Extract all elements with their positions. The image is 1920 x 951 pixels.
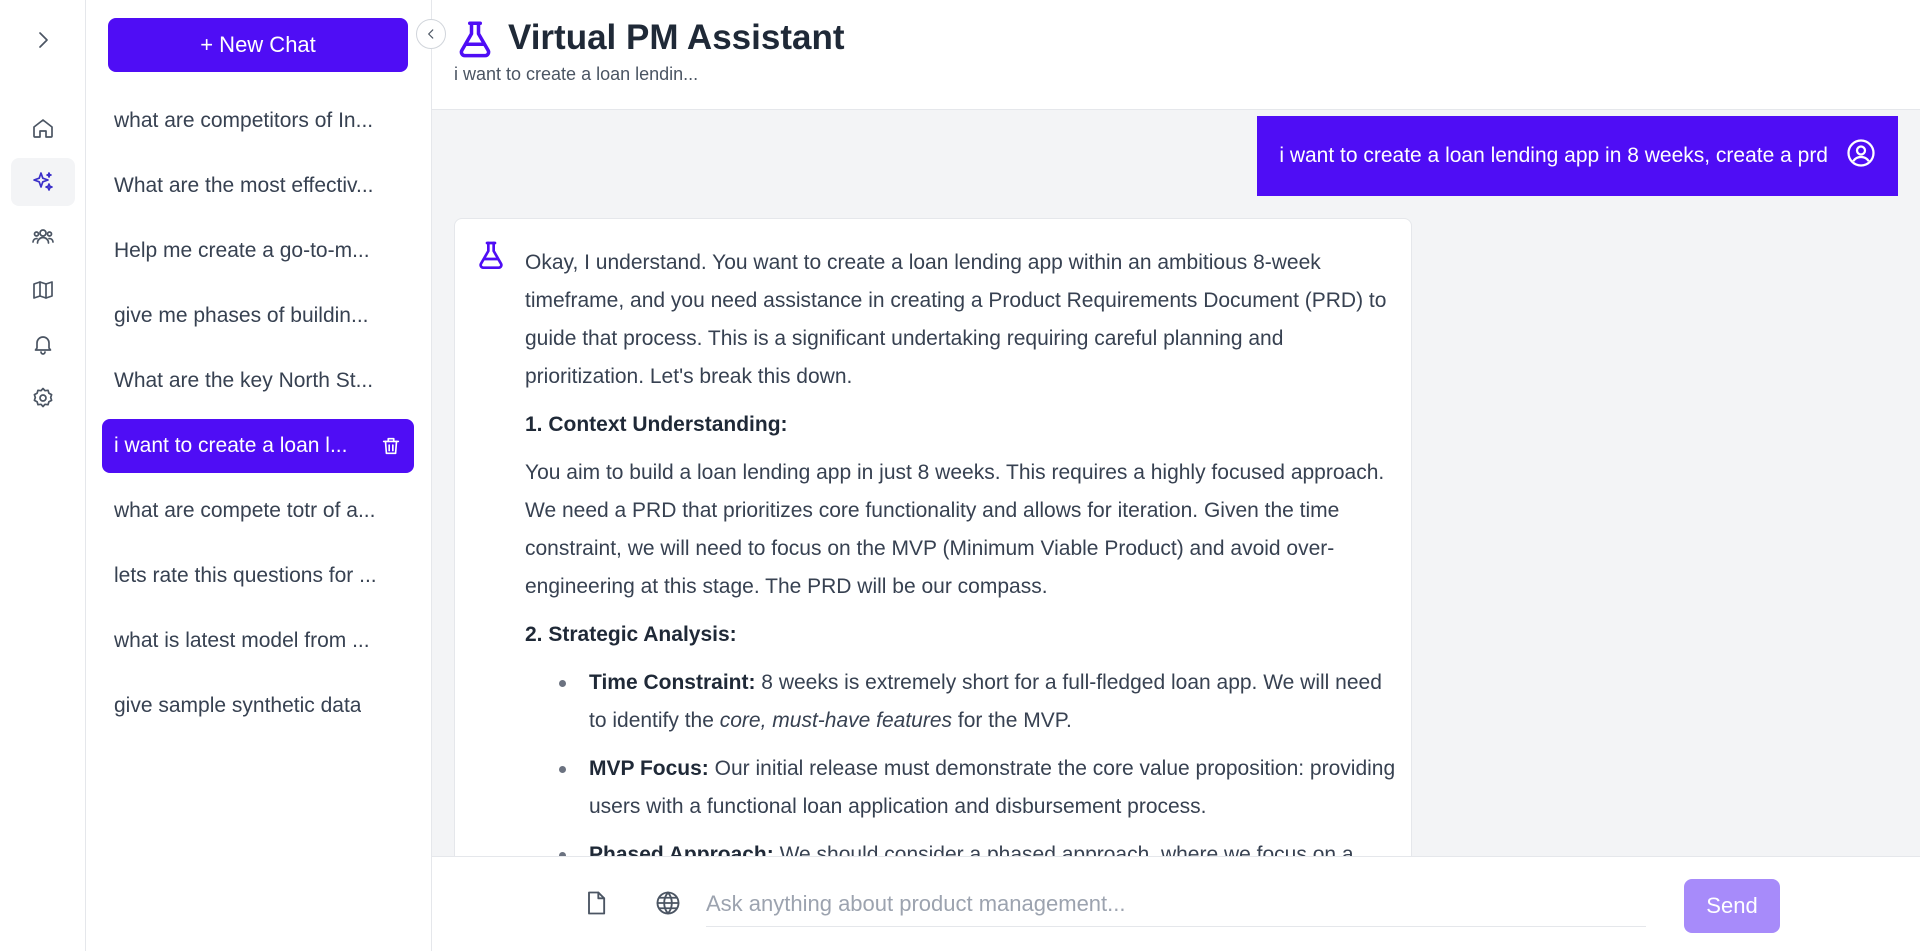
- icon-rail: [0, 0, 86, 951]
- message-composer: Send: [432, 856, 1920, 951]
- bullet-text: We should consider a phased approach, wh…: [773, 843, 1354, 856]
- gear-icon: [33, 387, 53, 408]
- assistant-avatar-icon: [475, 239, 507, 271]
- section-heading: 2. Strategic Analysis:: [525, 623, 737, 646]
- chat-history-list: what are competitors of In... What are t…: [102, 94, 414, 744]
- history-item-label: What are the most effectiv...: [114, 174, 374, 197]
- history-item[interactable]: give me phases of buildin...: [102, 289, 414, 343]
- sparkles-icon: [33, 172, 53, 191]
- user-message: i want to create a loan lending app in 8…: [1257, 116, 1898, 196]
- attach-file-button[interactable]: [582, 889, 610, 917]
- history-item[interactable]: lets rate this questions for ...: [102, 549, 414, 603]
- strategy-list: Time Constraint: 8 weeks is extremely sh…: [555, 664, 1397, 856]
- history-item[interactable]: Help me create a go-to-m...: [102, 224, 414, 278]
- bullet-text: for the MVP.: [952, 709, 1072, 732]
- chat-history-sidebar: + New Chat what are competitors of In...…: [86, 0, 446, 951]
- history-item-label: lets rate this questions for ...: [114, 564, 377, 587]
- history-item-label: what is latest model from ...: [114, 629, 370, 652]
- user-avatar-icon: [1846, 138, 1876, 174]
- list-item: Phased Approach: We should consider a ph…: [555, 836, 1397, 856]
- intro-paragraph: Okay, I understand. You want to create a…: [525, 251, 1387, 388]
- history-item-active[interactable]: i want to create a loan l...: [102, 419, 414, 473]
- assistant-message-body: Okay, I understand. You want to create a…: [525, 244, 1397, 856]
- home-icon: [33, 119, 53, 138]
- bullet-label: MVP Focus:: [589, 757, 709, 780]
- chat-messages: i want to create a loan lending app in 8…: [432, 110, 1920, 856]
- history-item[interactable]: What are the most effectiv...: [102, 159, 414, 213]
- nav-team[interactable]: [11, 212, 75, 260]
- collapse-sidebar-button[interactable]: [416, 19, 446, 49]
- bullet-label: Phased Approach:: [589, 843, 774, 856]
- new-chat-button[interactable]: + New Chat: [108, 18, 408, 72]
- chevron-left-icon: [428, 29, 434, 39]
- history-item[interactable]: what are competitors of In...: [102, 94, 414, 148]
- users-icon: [32, 229, 54, 244]
- map-icon: [33, 281, 53, 299]
- history-item[interactable]: what is latest model from ...: [102, 614, 414, 668]
- send-button[interactable]: Send: [1684, 879, 1780, 933]
- file-icon: [588, 891, 606, 915]
- history-item-label: what are competitors of In...: [114, 109, 374, 132]
- bullet-label: Time Constraint:: [589, 671, 756, 694]
- globe-icon: [656, 891, 680, 915]
- web-search-toggle[interactable]: [654, 889, 682, 917]
- history-item[interactable]: give sample synthetic data: [102, 679, 414, 733]
- nav-roadmap[interactable]: [11, 266, 75, 314]
- list-item: Time Constraint: 8 weeks is extremely sh…: [555, 664, 1397, 740]
- history-item[interactable]: what are compete totr of a...: [102, 484, 414, 538]
- history-item-label: what are compete totr of a...: [114, 499, 376, 522]
- section-paragraph: You aim to build a loan lending app in j…: [525, 461, 1385, 598]
- chevron-right-icon: [39, 32, 48, 48]
- history-item-label: What are the key North St...: [114, 369, 374, 392]
- chat-header: Virtual PM Assistant i want to create a …: [432, 0, 1920, 110]
- section-heading: 1. Context Understanding:: [525, 413, 788, 436]
- history-item[interactable]: What are the key North St...: [102, 354, 414, 408]
- nav-assistant[interactable]: [11, 158, 75, 206]
- bullet-text: Our initial release must demonstrate the…: [589, 757, 1396, 818]
- flask-icon: [454, 18, 496, 60]
- trash-icon: [382, 437, 400, 455]
- page-title: Virtual PM Assistant: [508, 18, 845, 57]
- nav-settings[interactable]: [11, 374, 75, 422]
- delete-chat-button[interactable]: [380, 435, 402, 457]
- list-item: MVP Focus: Our initial release must demo…: [555, 750, 1397, 826]
- expand-sidebar-button[interactable]: [11, 16, 75, 64]
- conversation-subtitle: i want to create a loan lendin...: [454, 64, 699, 84]
- message-input[interactable]: [706, 881, 1646, 927]
- nav-notifications[interactable]: [11, 320, 75, 368]
- history-item-label: i want to create a loan l...: [114, 434, 348, 457]
- history-item-label: give sample synthetic data: [114, 694, 362, 717]
- bullet-emphasis: core, must-have features: [719, 709, 953, 732]
- history-item-label: Help me create a go-to-m...: [114, 239, 370, 262]
- user-message-text: i want to create a loan lending app in 8…: [1279, 144, 1828, 167]
- bell-icon: [34, 336, 52, 355]
- nav-home[interactable]: [11, 104, 75, 152]
- assistant-message: Okay, I understand. You want to create a…: [454, 218, 1412, 856]
- history-item-label: give me phases of buildin...: [114, 304, 369, 327]
